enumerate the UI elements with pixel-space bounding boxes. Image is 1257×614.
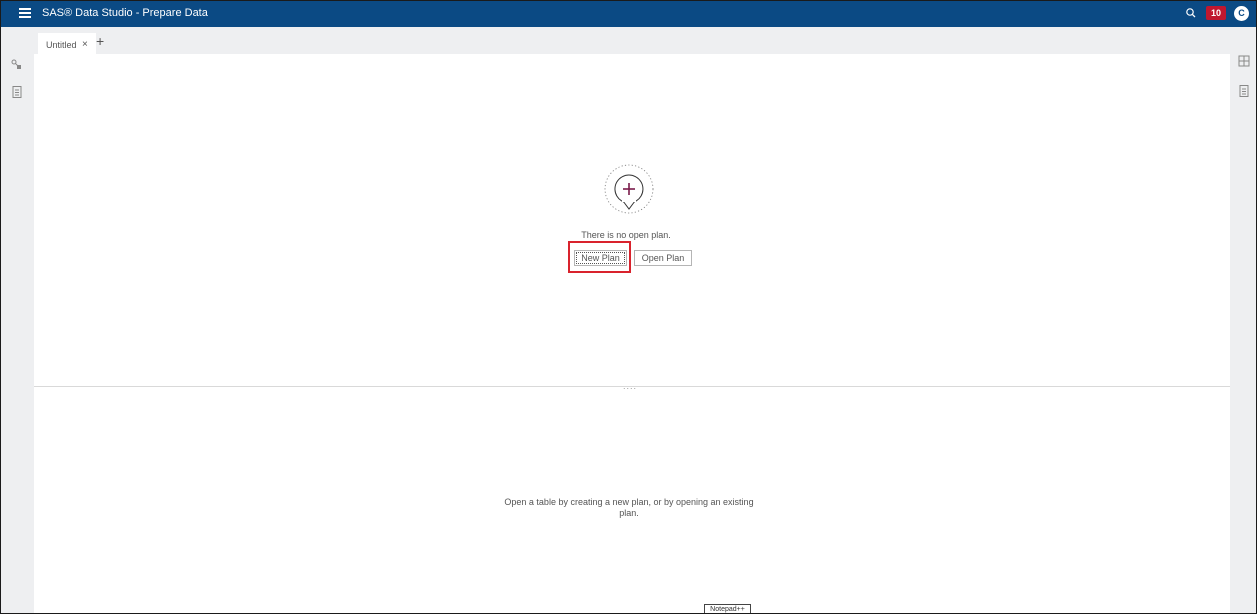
no-plan-message: There is no open plan. xyxy=(581,230,671,240)
notification-badge[interactable]: 10 xyxy=(1206,6,1226,20)
tab-untitled[interactable]: Untitled × xyxy=(38,33,96,54)
open-plan-button[interactable]: Open Plan xyxy=(634,250,692,266)
new-plan-button[interactable]: New Plan xyxy=(574,250,627,266)
tab-label: Untitled xyxy=(46,40,77,50)
add-plan-icon xyxy=(604,163,654,223)
grid-icon[interactable] xyxy=(1237,54,1251,68)
tab-bar: Untitled × + xyxy=(34,27,1230,54)
user-avatar[interactable]: C xyxy=(1234,6,1249,21)
workspace xyxy=(34,54,1230,613)
data-source-icon[interactable] xyxy=(10,58,24,72)
add-tab-button[interactable]: + xyxy=(96,33,104,49)
document-icon[interactable] xyxy=(10,85,24,99)
notepad-taskbar-label[interactable]: Notepad++ xyxy=(704,604,751,613)
table-empty-message: Open a table by creating a new plan, or … xyxy=(504,497,754,518)
left-rail xyxy=(1,27,34,613)
splitter-handle[interactable]: .... xyxy=(623,381,637,391)
app-title: SAS® Data Studio - Prepare Data xyxy=(42,7,208,19)
hamburger-menu-icon[interactable] xyxy=(19,8,31,20)
document-icon[interactable] xyxy=(1237,84,1251,98)
app-header: SAS® Data Studio - Prepare Data 10 C xyxy=(1,1,1256,27)
right-rail xyxy=(1230,27,1256,613)
close-icon[interactable]: × xyxy=(82,39,88,50)
app-window: SAS® Data Studio - Prepare Data 10 C Unt… xyxy=(0,0,1257,614)
search-icon[interactable] xyxy=(1184,6,1198,20)
